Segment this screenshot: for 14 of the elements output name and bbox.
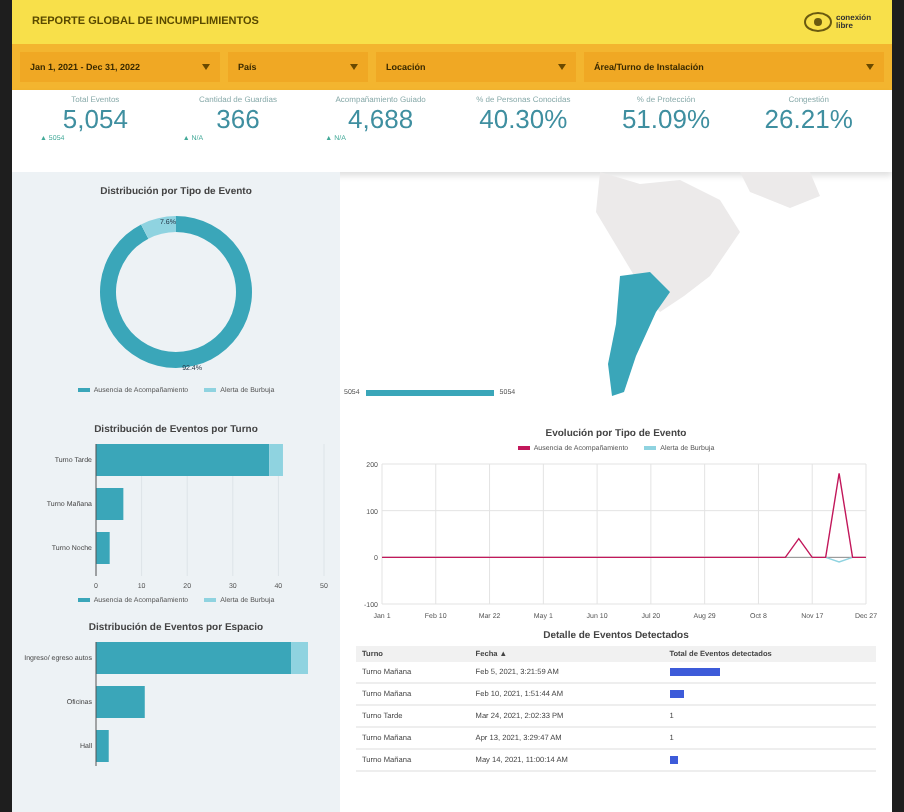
- bar: [96, 488, 124, 520]
- legend-scale: [365, 389, 494, 395]
- kpi-value: 5,054: [62, 104, 128, 134]
- caret-icon: [202, 64, 210, 70]
- kpi-value: 4,688: [348, 104, 414, 134]
- bar: [96, 686, 145, 718]
- kpi-value: 366: [216, 104, 260, 134]
- kpi-value: 51.09%: [621, 104, 711, 134]
- caret-icon: [866, 64, 874, 70]
- logo-icon: [804, 12, 832, 32]
- kpi-value: 26.21%: [764, 104, 853, 134]
- caret-icon: [350, 64, 358, 70]
- kpi-value: 40.30%: [479, 104, 568, 134]
- caret-icon: [558, 64, 566, 70]
